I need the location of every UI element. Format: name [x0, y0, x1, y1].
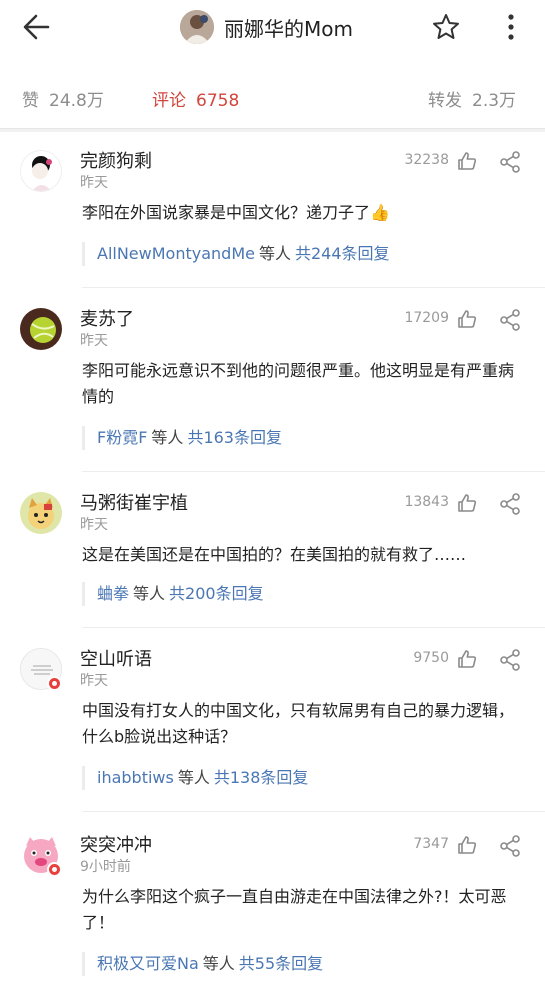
- like-count: 13843: [404, 494, 449, 510]
- reply-count[interactable]: 共200条回复: [169, 584, 264, 603]
- comment-text: 李阳可能永远意识不到他的问题很严重。他这明显是有严重病情的: [82, 361, 515, 406]
- comment-time: 9小时前: [80, 859, 131, 875]
- comment-time: 昨天: [80, 517, 108, 533]
- avatar[interactable]: [20, 492, 62, 534]
- top-bar: 丽娜华的Mom: [0, 0, 545, 54]
- thumbs-up-icon[interactable]: [456, 648, 478, 670]
- thumbs-up-icon[interactable]: [456, 492, 478, 514]
- thumbs-up-icon[interactable]: [456, 150, 478, 172]
- comment-time: 昨天: [80, 333, 108, 349]
- verified-badge-icon: [47, 862, 62, 877]
- share-icon[interactable]: [498, 492, 522, 516]
- tab-likes-label: 赞: [22, 91, 39, 111]
- comment-separator: [82, 287, 545, 288]
- reply-count[interactable]: 共163条回复: [187, 428, 282, 447]
- author-avatar[interactable]: [180, 10, 214, 44]
- reply-summary[interactable]: AllNewMontyandMe 等人 共244条回复: [82, 242, 390, 266]
- comment-text: 中国没有打女人的中国文化，只有软屌男有自己的暴力逻辑，什么b脸说出这种话？: [82, 701, 515, 746]
- share-icon[interactable]: [498, 150, 522, 174]
- comment-text: 这是在美国还是在中国拍的？在美国拍的就有救了……: [82, 545, 467, 564]
- reply-count[interactable]: 共244条回复: [295, 244, 390, 263]
- tab-reposts-label: 转发: [428, 91, 462, 111]
- reply-summary[interactable]: 蛐拳 等人 共200条回复: [82, 582, 264, 606]
- reply-names[interactable]: 积极又可爱Na: [97, 954, 199, 973]
- comment-separator: [82, 627, 545, 628]
- page-title: 丽娜华的Mom: [224, 16, 353, 41]
- star-outline-icon[interactable]: [430, 11, 462, 43]
- reply-names[interactable]: 蛐拳: [97, 584, 129, 603]
- share-icon[interactable]: [498, 308, 522, 332]
- tab-comments-value: 6758: [196, 91, 240, 111]
- back-arrow-icon[interactable]: [18, 10, 58, 44]
- tab-reposts[interactable]: 转发 2.3万: [428, 86, 516, 111]
- reply-names[interactable]: F粉霓F: [97, 428, 147, 447]
- reply-names[interactable]: ihabbtiws: [97, 768, 174, 787]
- tab-likes-value: 24.8万: [49, 91, 104, 111]
- reply-names[interactable]: AllNewMontyandMe: [97, 244, 255, 263]
- more-vertical-icon[interactable]: [500, 11, 522, 43]
- reply-count[interactable]: 共138条回复: [214, 768, 309, 787]
- verified-badge-icon: [47, 676, 62, 691]
- like-count: 17209: [404, 310, 449, 326]
- reply-summary[interactable]: F粉霓F 等人 共163条回复: [82, 426, 282, 450]
- reply-connector: 等人: [151, 428, 184, 447]
- comment-time: 昨天: [80, 673, 108, 689]
- tab-reposts-value: 2.3万: [472, 91, 517, 111]
- thumbs-up-icon[interactable]: [456, 834, 478, 856]
- comment-username[interactable]: 突突冲冲: [80, 831, 152, 857]
- share-icon[interactable]: [498, 834, 522, 858]
- share-icon[interactable]: [498, 648, 522, 672]
- avatar[interactable]: [20, 150, 62, 192]
- comment-time: 昨天: [80, 175, 108, 191]
- thumbs-up-emoji: 👍: [370, 203, 390, 222]
- comment-username[interactable]: 空山听语: [80, 645, 152, 671]
- tab-comments[interactable]: 评论 6758: [152, 86, 239, 111]
- like-count: 32238: [404, 152, 449, 168]
- reply-connector: 等人: [258, 244, 291, 263]
- tab-comments-label: 评论: [152, 91, 186, 111]
- comment-username[interactable]: 完颜狗剩: [80, 147, 152, 173]
- section-divider: [0, 128, 545, 132]
- reply-summary[interactable]: 积极又可爱Na 等人 共55条回复: [82, 952, 323, 976]
- comment-text: 李阳在外国说家暴是中国文化？递刀子了👍: [82, 200, 527, 226]
- like-count: 7347: [413, 836, 449, 852]
- comment-separator: [82, 811, 545, 812]
- reply-connector: 等人: [177, 768, 210, 787]
- comment-username[interactable]: 马粥街崔宇植: [80, 489, 188, 515]
- thumbs-up-icon[interactable]: [456, 308, 478, 330]
- like-count: 9750: [413, 650, 449, 666]
- reply-count[interactable]: 共55条回复: [239, 954, 323, 973]
- page-title-group[interactable]: 丽娜华的Mom: [180, 9, 353, 45]
- comment-username[interactable]: 麦苏了: [80, 305, 134, 331]
- reply-connector: 等人: [202, 954, 235, 973]
- comment-separator: [82, 471, 545, 472]
- comment-text-body: 李阳在外国说家暴是中国文化？递刀子了: [82, 203, 371, 222]
- reply-summary[interactable]: ihabbtiws 等人 共138条回复: [82, 766, 308, 790]
- avatar[interactable]: [20, 308, 62, 350]
- comment-text: 为什么李阳这个疯子一直自由游走在中国法律之外?！太可恶了！: [82, 887, 507, 932]
- reply-connector: 等人: [133, 584, 166, 603]
- tab-likes[interactable]: 赞 24.8万: [22, 86, 104, 111]
- stats-bar: 赞 24.8万 评论 6758 转发 2.3万: [0, 80, 545, 116]
